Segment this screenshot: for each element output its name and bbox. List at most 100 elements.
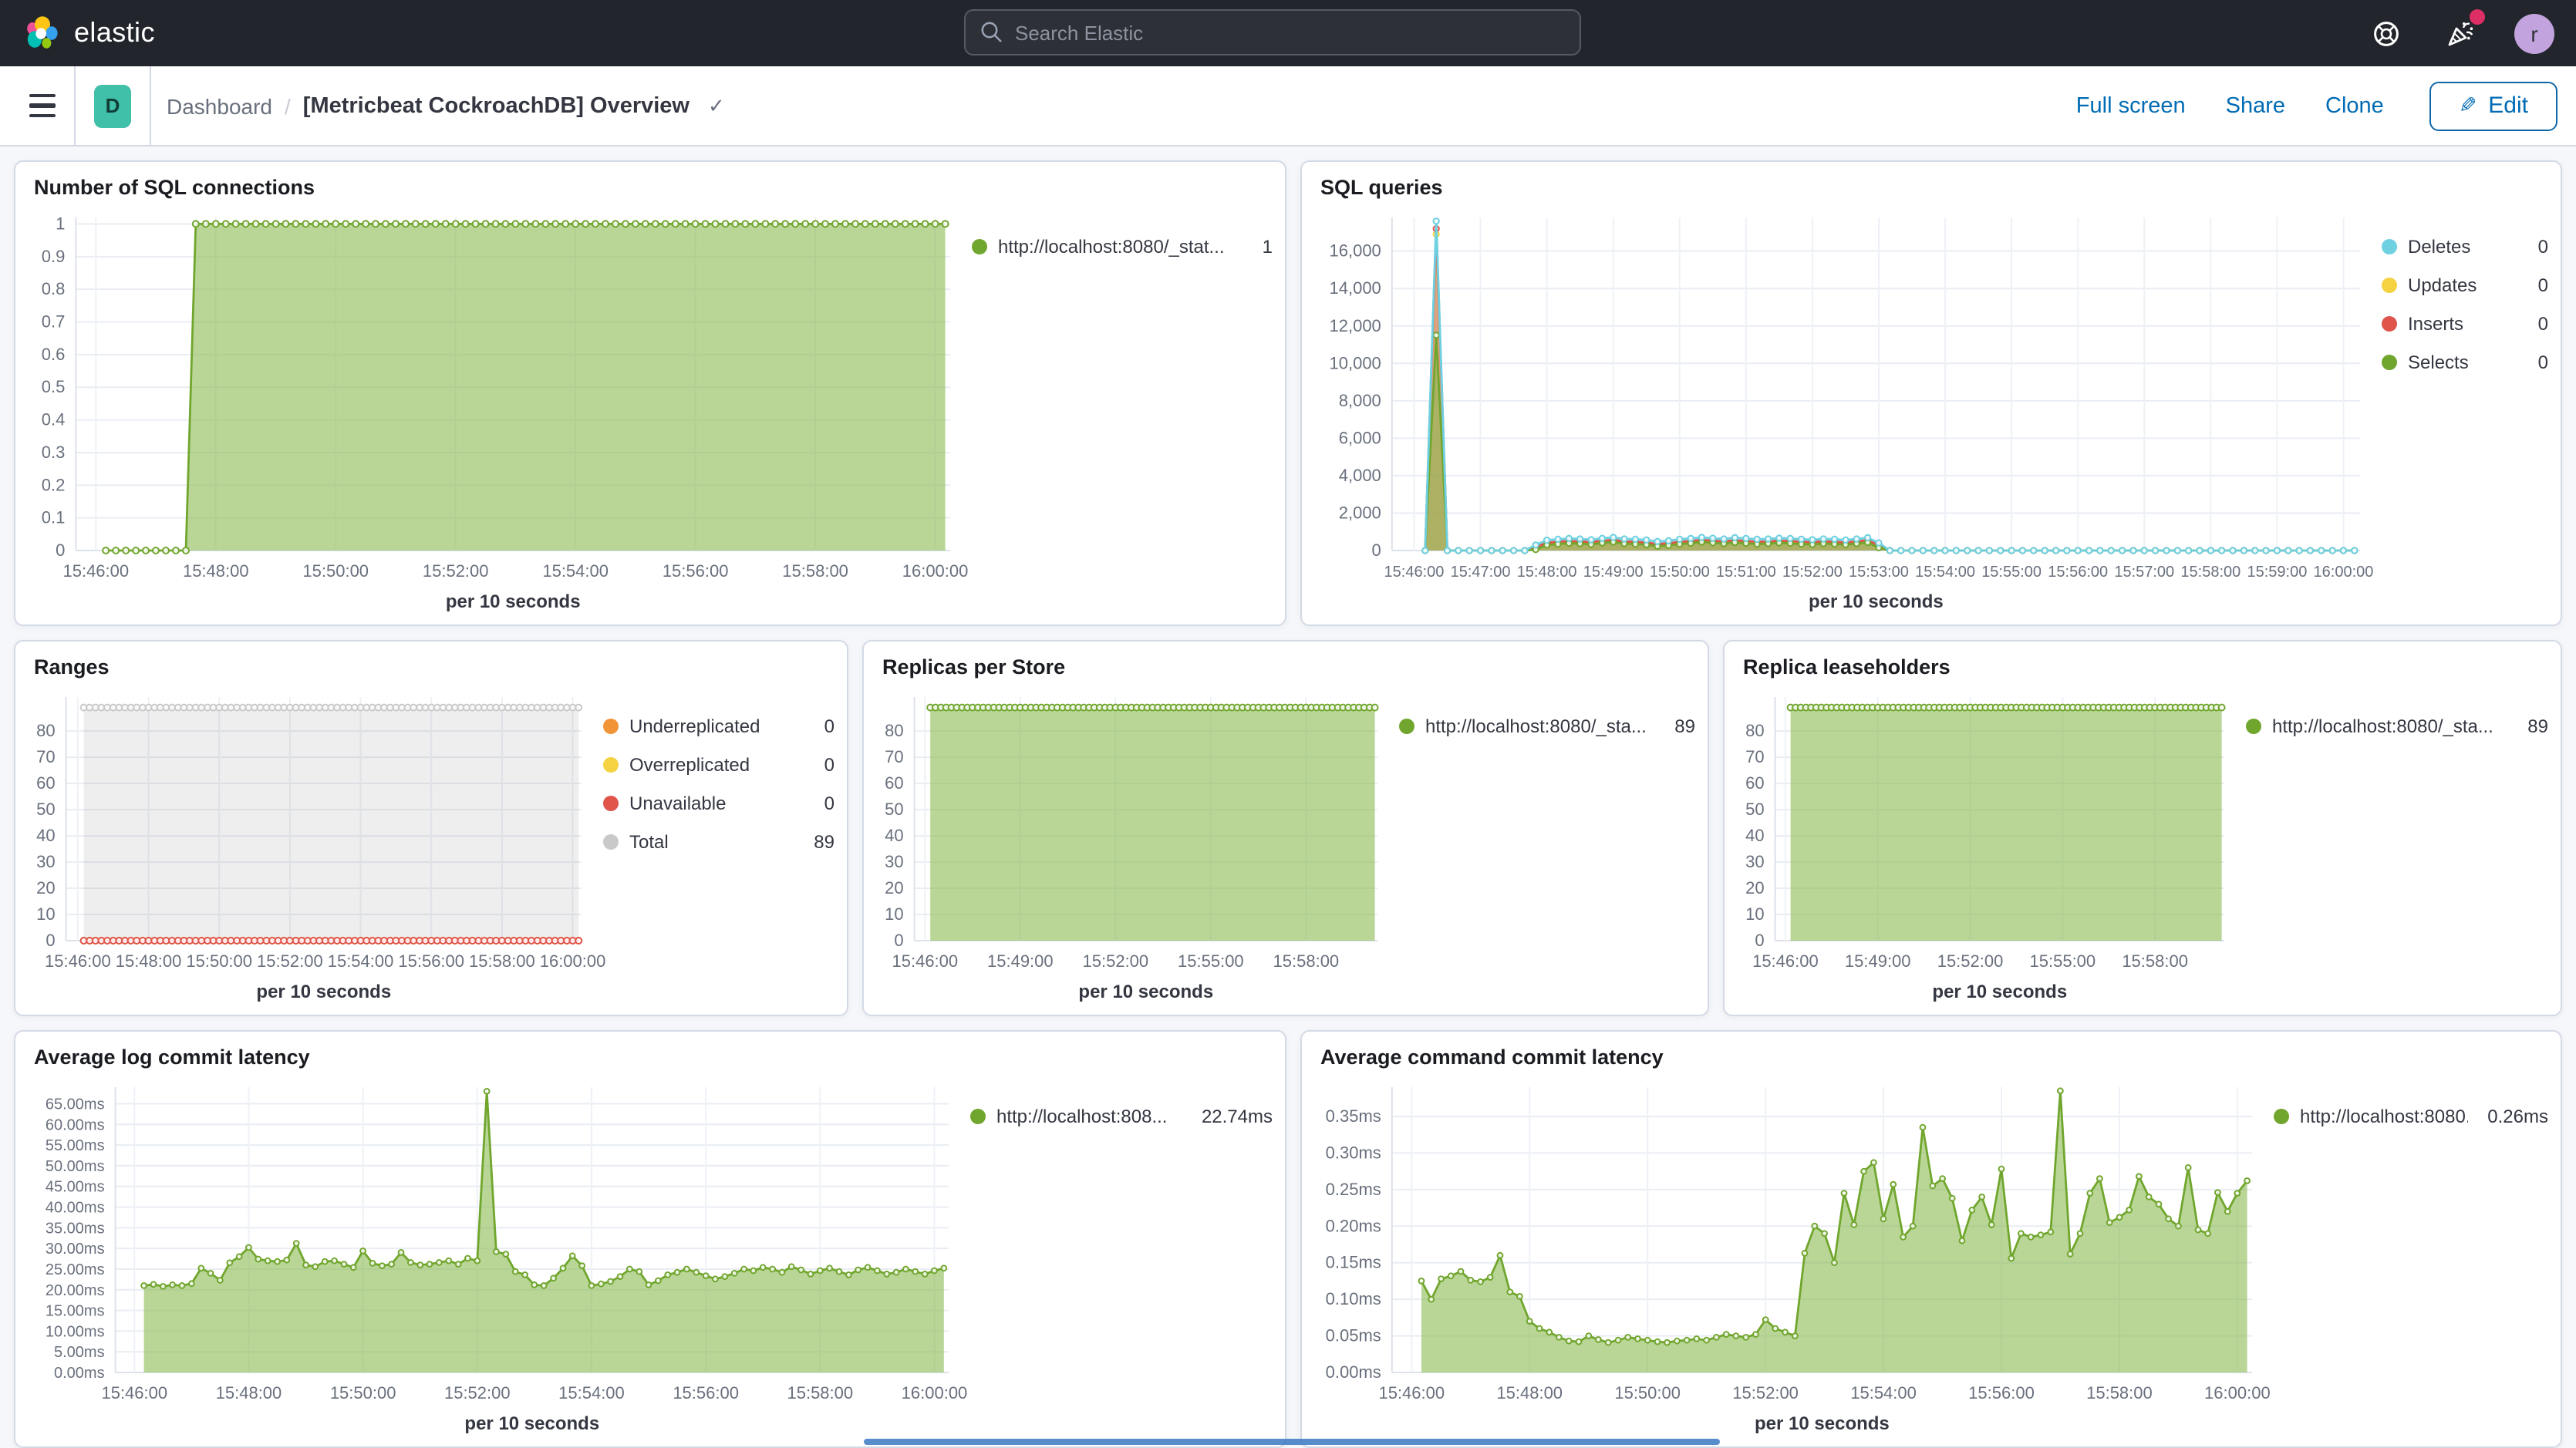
full-screen-button[interactable]: Full screen [2076,93,2186,118]
breadcrumb-separator: / [285,93,291,118]
svg-text:16:00:00: 16:00:00 [540,951,606,971]
svg-text:15:58:00: 15:58:00 [469,951,535,971]
svg-text:10.00ms: 10.00ms [46,1323,105,1340]
svg-text:0.35ms: 0.35ms [1326,1106,1381,1126]
edit-button[interactable]: ✎ Edit [2430,81,2557,130]
legend-ranges: Underreplicated0 Overreplicated0 Unavailab… [603,682,835,1009]
svg-text:16:00:00: 16:00:00 [902,1383,968,1403]
svg-text:per 10 seconds: per 10 seconds [464,1413,599,1434]
svg-text:15:46:00: 15:46:00 [1752,951,1819,971]
chart-avg-command-commit-latency[interactable]: 0.35ms0.30ms0.25ms0.20ms0.15ms0.10ms0.05… [1311,1072,2274,1440]
panel-title[interactable]: Average command commit latency [1302,1032,2561,1069]
chart-sql-connections[interactable]: 10.90.80.70.60.50.40.30.20.1015:46:0015:… [25,202,972,618]
global-header: elastic [0,0,2576,66]
svg-text:5.00ms: 5.00ms [54,1344,105,1361]
user-avatar[interactable]: r [2514,13,2554,53]
legend-series-label: http://localhost:8080... [2300,1106,2467,1127]
legend-series-dot [2382,239,2397,254]
panel-avg-log-commit-latency: Average log commit latency 65.00ms60.00m… [14,1030,1286,1448]
svg-text:8,000: 8,000 [1339,391,1381,410]
svg-text:per 10 seconds: per 10 seconds [446,591,581,612]
svg-text:0.3: 0.3 [42,443,66,462]
svg-text:15:53:00: 15:53:00 [1849,564,1909,581]
legend-item[interactable]: Inserts0 [2382,313,2548,335]
legend-series-dot [2382,316,2397,332]
chart-ranges[interactable]: 8070605040302010015:46:0015:48:0015:50:0… [25,682,603,1009]
horizontal-scrollbar[interactable] [864,1439,1720,1445]
panel-title[interactable]: Number of SQL connections [15,162,1285,199]
svg-text:15:58:00: 15:58:00 [2086,1383,2153,1403]
legend-series-value: 0 [2529,313,2548,335]
legend-item[interactable]: http://localhost:8080/_sta...89 [1399,716,1695,737]
svg-text:40.00ms: 40.00ms [46,1200,105,1217]
legend-series-value: 0.26ms [2478,1106,2548,1127]
panel-ranges: Ranges 8070605040302010015:46:0015:48:00… [14,640,848,1016]
svg-text:0.00ms: 0.00ms [1326,1362,1381,1382]
share-button[interactable]: Share [2226,93,2285,118]
panel-title[interactable]: SQL queries [1302,162,2561,199]
legend-series-value: 0 [815,716,835,737]
legend-item[interactable]: Deletes0 [2382,236,2548,258]
svg-text:60: 60 [1745,773,1764,793]
svg-text:40: 40 [36,826,55,845]
chart-replica-leaseholders[interactable]: 8070605040302010015:46:0015:49:0015:52:0… [1734,682,2246,1009]
svg-text:15:54:00: 15:54:00 [1915,564,1975,581]
svg-text:15:56:00: 15:56:00 [2048,564,2108,581]
svg-text:15:50:00: 15:50:00 [1650,564,1710,581]
panel-title[interactable]: Average log commit latency [15,1032,1285,1069]
legend-series-dot [603,834,619,850]
svg-text:14,000: 14,000 [1330,278,1381,298]
svg-text:15:56:00: 15:56:00 [1968,1383,2035,1403]
svg-text:0.5: 0.5 [42,377,66,396]
legend-item[interactable]: Overreplicated0 [603,754,835,776]
svg-text:40: 40 [1745,826,1764,845]
legend-item[interactable]: http://localhost:8080... 0.26ms [2274,1106,2548,1127]
legend-item[interactable]: Unavailable0 [603,793,835,814]
svg-text:16,000: 16,000 [1330,241,1381,261]
legend-item[interactable]: http://localhost:808...22.74ms [970,1106,1273,1127]
clone-button[interactable]: Clone [2325,93,2384,118]
legend-item[interactable]: Total89 [603,831,835,853]
newsfeed-button[interactable] [2440,13,2480,53]
dashboard-badge[interactable]: D [94,84,131,127]
svg-text:15:56:00: 15:56:00 [663,561,729,581]
legend-series-value: 0 [2529,236,2548,258]
svg-text:55.00ms: 55.00ms [46,1137,105,1154]
svg-text:65.00ms: 65.00ms [46,1096,105,1113]
legend-item[interactable]: http://localhost:8080/_stat...1 [972,236,1273,258]
svg-text:15:59:00: 15:59:00 [2247,564,2307,581]
chart-sql-queries[interactable]: 16,00014,00012,00010,0008,0006,0004,0002… [1311,202,2382,618]
panel-replicas-per-store: Replicas per Store 8070605040302010015:4… [862,640,1709,1016]
legend-series-dot [2382,278,2397,293]
elastic-logo[interactable]: elastic [22,13,155,53]
svg-text:15:52:00: 15:52:00 [1937,951,2004,971]
svg-text:2,000: 2,000 [1339,503,1381,522]
legend-series-label: Unavailable [629,793,726,814]
chart-replicas-per-store[interactable]: 8070605040302010015:46:0015:49:0015:52:0… [873,682,1399,1009]
chart-avg-log-commit-latency[interactable]: 65.00ms60.00ms55.00ms50.00ms45.00ms40.00… [25,1072,970,1440]
panel-title[interactable]: Replicas per Store [864,641,1708,679]
legend-item[interactable]: Selects0 [2382,352,2548,373]
legend-item[interactable]: http://localhost:8080/_sta...89 [2246,716,2548,737]
breadcrumb-dashboard-link[interactable]: Dashboard [167,93,272,118]
svg-text:15:58:00: 15:58:00 [787,1383,853,1403]
legend-series-label: http://localhost:808... [996,1106,1168,1127]
panel-title[interactable]: Replica leaseholders [1725,641,2561,679]
legend-series-label: http://localhost:8080/_stat... [998,236,1225,258]
search-input[interactable] [964,9,1581,56]
svg-text:0.25ms: 0.25ms [1326,1180,1381,1199]
svg-text:50.00ms: 50.00ms [46,1158,105,1175]
check-icon: ✓ [708,93,725,118]
svg-text:20: 20 [1745,878,1764,897]
legend-item[interactable]: Underreplicated0 [603,716,835,737]
svg-text:15:55:00: 15:55:00 [2030,951,2096,971]
svg-text:15:50:00: 15:50:00 [1614,1383,1681,1403]
svg-text:0: 0 [56,540,65,560]
legend-series-label: Updates [2408,274,2477,296]
panel-title[interactable]: Ranges [15,641,847,679]
menu-icon[interactable] [22,86,62,126]
notification-dot [2470,8,2485,24]
legend-item[interactable]: Updates0 [2382,274,2548,296]
help-button[interactable] [2366,13,2406,53]
legend-series-dot [1399,719,1414,734]
